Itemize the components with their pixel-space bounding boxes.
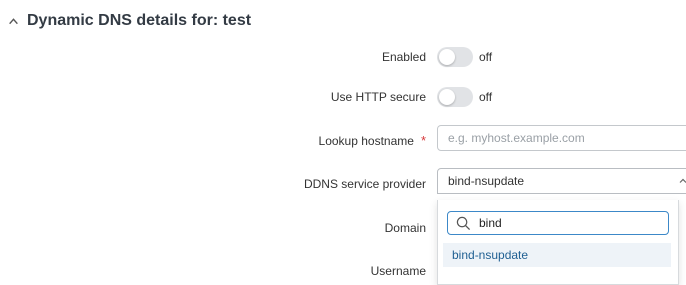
enabled-state-text: off	[479, 50, 493, 64]
enabled-row: Enabled off	[0, 45, 686, 69]
dropdown-search[interactable]	[447, 211, 669, 235]
enabled-toggle[interactable]	[437, 47, 473, 67]
ddns-provider-row: DDNS service provider bind-nsupdate	[0, 168, 686, 196]
domain-label: Domain	[384, 221, 426, 235]
ddns-provider-select[interactable]: bind-nsupdate	[437, 168, 686, 194]
username-label: Username	[370, 264, 426, 278]
chevron-up-icon	[679, 178, 686, 183]
https-state-text: off	[479, 90, 493, 104]
section-header[interactable]: Dynamic DNS details for: test	[8, 8, 251, 34]
https-label: Use HTTP secure	[330, 90, 426, 104]
https-row: Use HTTP secure off	[0, 85, 686, 109]
ddns-provider-label: DDNS service provider	[303, 177, 426, 191]
lookup-hostname-row: Lookup hostname *	[0, 125, 686, 153]
toggle-knob	[439, 89, 455, 105]
ddns-provider-dropdown: bind-nsupdate	[437, 200, 679, 285]
search-icon	[456, 216, 471, 230]
chevron-up-icon	[9, 17, 18, 24]
lookup-hostname-label-text: Lookup hostname	[318, 134, 414, 148]
enabled-label: Enabled	[381, 50, 426, 64]
section-title: Dynamic DNS details for: test	[27, 12, 252, 29]
ddns-provider-value: bind-nsupdate	[448, 174, 525, 188]
lookup-hostname-input[interactable]	[437, 125, 686, 151]
required-marker: *	[420, 133, 426, 148]
toggle-knob	[439, 49, 455, 65]
lookup-hostname-label: Lookup hostname *	[319, 129, 426, 153]
dropdown-search-input[interactable]	[479, 216, 649, 230]
https-toggle[interactable]	[437, 87, 473, 107]
dropdown-option[interactable]: bind-nsupdate	[443, 243, 671, 267]
